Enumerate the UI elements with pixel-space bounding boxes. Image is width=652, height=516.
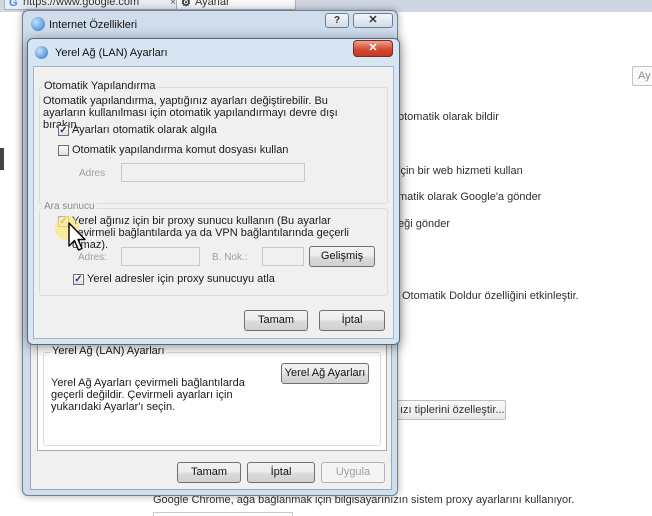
close-button[interactable]: ✕: [353, 13, 393, 28]
script-address-label: Adres: [79, 168, 106, 179]
advanced-button[interactable]: Gelişmiş: [309, 246, 375, 267]
window-title: Internet Özellikleri: [49, 19, 138, 31]
browser-tab-label: Ayarlar: [195, 0, 230, 8]
lan-description: Yerel Ağ Ayarları çevirmeli bağlantılard…: [51, 377, 245, 413]
use-proxy-checkbox-row[interactable]: ✓ Yerel ağınız için bir proxy sunucu kul…: [58, 215, 358, 251]
ok-button[interactable]: Tamam: [177, 462, 241, 483]
browser-tab-settings[interactable]: ⚙ Ayarlar: [176, 0, 296, 10]
page-side-marker: [0, 148, 4, 170]
config-script-checkbox[interactable]: [58, 145, 69, 156]
mouse-cursor-icon: [68, 222, 86, 251]
settings-line: matik olarak Google'a gönder: [398, 191, 542, 203]
lan-dialog-icon: [35, 46, 48, 59]
dialog-close-button[interactable]: ✕: [353, 40, 393, 57]
proxy-port-input[interactable]: [262, 247, 304, 266]
cancel-button[interactable]: İptal: [247, 462, 315, 483]
browser-tab-google[interactable]: G https://www.google.com ×: [4, 0, 182, 10]
auto-config-legend: Otomatik Yapılandırma: [42, 80, 158, 92]
auto-detect-checkbox[interactable]: ✓: [58, 125, 69, 136]
internet-options-icon: [31, 17, 45, 31]
content-types-button[interactable]: ızı tiplerini özelleştir...: [396, 400, 506, 420]
gear-icon: ⚙: [181, 0, 191, 9]
lan-settings-dialog: Yerel Ağ (LAN) Ayarları ✕ Otomatik Yapıl…: [27, 38, 400, 345]
bypass-local-label: Yerel adresler için proxy sunucuyu atla: [87, 273, 275, 285]
proxy-address-input[interactable]: [121, 247, 200, 266]
google-favicon-icon: G: [9, 0, 18, 9]
proxy-legend: Ara sunucu: [42, 201, 97, 212]
settings-search-input[interactable]: Ay: [632, 66, 652, 86]
apply-button[interactable]: Uygula: [321, 462, 385, 483]
dialog-cancel-button[interactable]: İptal: [319, 310, 385, 331]
browser-tab-label: https://www.google.com: [23, 0, 140, 8]
settings-line: Otomatik Doldur özelliğini etkinleştir.: [402, 290, 579, 302]
help-button[interactable]: ?: [325, 13, 349, 28]
proxy-port-label: B. Nok.:: [212, 252, 248, 263]
lan-settings-button[interactable]: Yerel Ağ Ayarları: [281, 363, 369, 384]
bypass-local-checkbox[interactable]: ✓: [73, 274, 84, 285]
dialog-title: Yerel Ağ (LAN) Ayarları: [55, 47, 168, 59]
settings-line: otomatik olarak bildir: [398, 111, 499, 123]
settings-line: eği gönder: [398, 218, 450, 230]
settings-line: için bir web hizmeti kullan: [398, 165, 523, 177]
auto-detect-label: Ayarları otomatik olarak algıla: [72, 124, 217, 136]
script-address-input[interactable]: [121, 163, 305, 182]
config-script-label: Otomatik yapılandırma komut dosyası kull…: [72, 144, 289, 156]
change-proxy-button[interactable]: [153, 512, 293, 516]
proxy-address-label: Adres:: [78, 252, 107, 263]
dialog-ok-button[interactable]: Tamam: [244, 310, 308, 331]
dialog-body: Otomatik Yapılandırma Otomatik yapılandı…: [33, 66, 394, 339]
lan-group-legend: Yerel Ağ (LAN) Ayarları: [50, 345, 167, 357]
